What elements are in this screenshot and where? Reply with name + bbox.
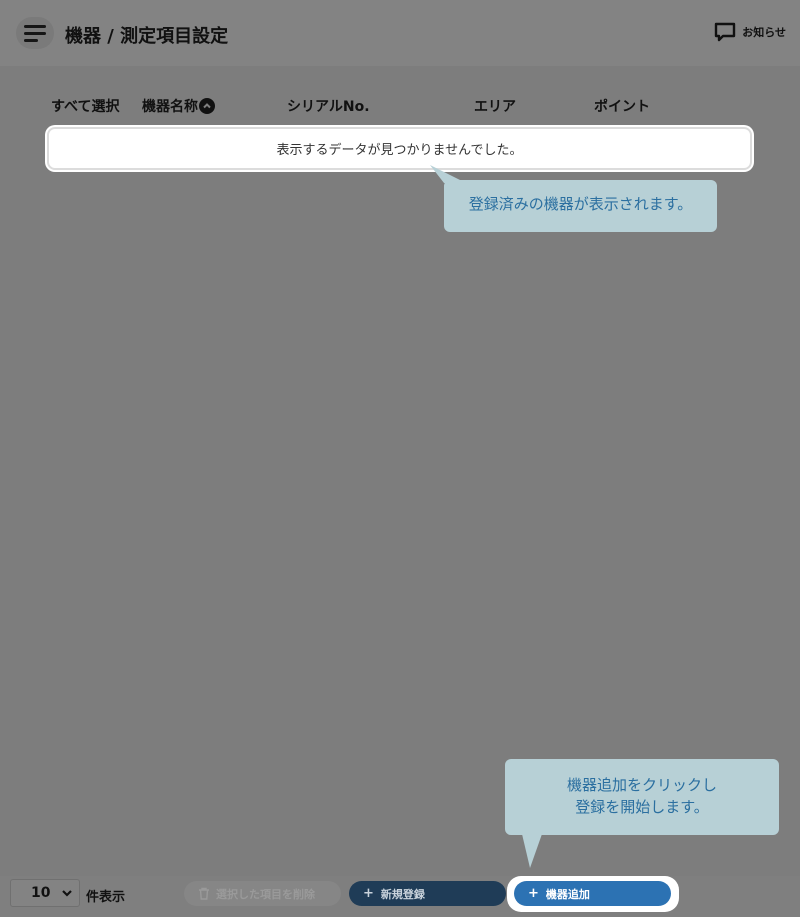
add-hint-line2: 登録を開始します。 [575,798,709,816]
empty-table-message: 表示するデータが見つかりませんでした。 [47,127,752,170]
empty-message-text: 表示するデータが見つかりませんでした。 [276,143,523,158]
list-hint-text: 登録済みの機器が表示されます。 [468,195,693,213]
plus-icon: + [528,886,539,901]
notice-label: お知らせ [742,26,786,39]
chevron-down-icon [62,890,72,897]
trash-icon [199,887,209,900]
notice-button[interactable]: お知らせ [714,22,786,42]
page-title: 機器 / 測定項目設定 [65,26,229,47]
hamburger-menu-button[interactable] [16,17,54,49]
page-size-value: 10 [31,885,51,901]
page-size-select[interactable]: 10 [10,879,80,907]
device-name-header[interactable]: 機器名称 [142,96,215,116]
area-header: エリア [474,99,516,115]
add-hint-tooltip: 機器追加をクリックし 登録を開始します。 [505,759,779,835]
new-registration-label: 新規登録 [380,887,425,901]
point-header: ポイント [594,99,650,115]
add-device-button[interactable]: + 機器追加 [514,881,671,906]
device-name-header-label: 機器名称 [142,99,198,115]
tooltip-tail [522,834,542,868]
chevron-up-circle-icon[interactable] [199,98,215,114]
new-registration-button[interactable]: + 新規登録 [349,881,506,906]
chat-bubble-icon [715,22,736,42]
add-device-label: 機器追加 [545,887,590,901]
add-hint-line1: 機器追加をクリックし [566,776,717,794]
serial-no-header: シリアルNo. [287,99,370,115]
hamburger-icon-line [24,31,46,35]
plus-icon: + [363,886,374,901]
page-size-label: 件表示 [86,890,126,905]
hamburger-icon [24,24,46,28]
list-hint-tooltip: 登録済みの機器が表示されます。 [444,180,717,232]
hamburger-icon-line [24,38,38,42]
delete-selected-label: 選択した項目を削除 [216,887,315,901]
app-header: 機器 / 測定項目設定 お知らせ [0,0,800,66]
delete-selected-button[interactable]: 選択した項目を削除 [184,881,341,906]
select-all-header[interactable]: すべて選択 [51,96,119,116]
